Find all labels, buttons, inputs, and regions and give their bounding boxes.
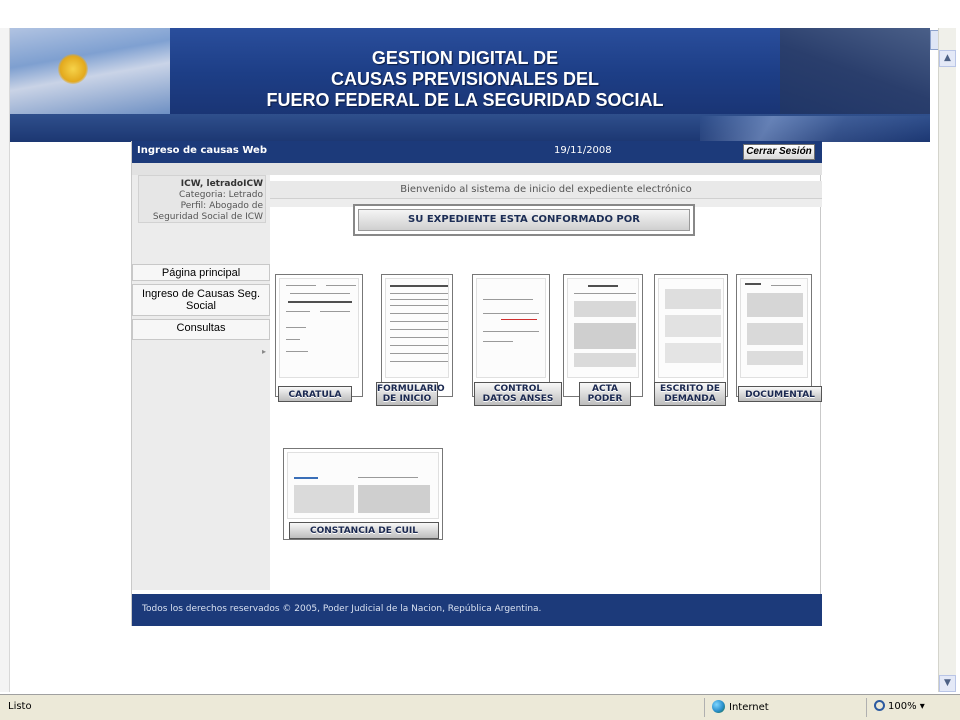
nav-consultas[interactable]: Consultas <box>132 319 270 340</box>
status-text: Listo <box>8 701 32 712</box>
sun-emblem-icon <box>58 54 88 84</box>
expediente-header: SU EXPEDIENTE ESTA CONFORMADO POR <box>353 204 695 236</box>
nav-ingreso-label-2: Social <box>186 300 216 312</box>
doc-label-acta[interactable]: ACTA PODER <box>579 382 631 406</box>
doc-escrito-demanda[interactable] <box>654 274 728 397</box>
current-date: 19/11/2008 <box>554 145 612 156</box>
collapse-arrow-icon[interactable]: ▸ <box>262 347 266 356</box>
doc-control-thumbnail <box>476 278 546 378</box>
app-topbar: Ingreso de causas Web 19/11/2008 Cerrar … <box>132 141 822 163</box>
expediente-title: SU EXPEDIENTE ESTA CONFORMADO POR <box>358 209 690 231</box>
browser-status-bar: Listo Internet 100% ▾ <box>0 694 960 720</box>
user-profile-cont: Seguridad Social de ICW <box>152 212 263 222</box>
doc-constancia-thumbnail <box>287 452 439 519</box>
nav-home[interactable]: Página principal <box>132 264 270 281</box>
site-title-line-3: FUERO FEDERAL DE LA SEGURIDAD SOCIAL <box>266 90 664 110</box>
user-profile: Perfil: Abogado de <box>180 201 263 211</box>
scales-of-justice-image <box>780 28 930 118</box>
doc-formulario-inicio[interactable] <box>381 274 453 397</box>
scroll-up-icon[interactable]: ▲ <box>939 50 956 67</box>
doc-acta-thumbnail <box>567 278 639 378</box>
doc-control-anses[interactable] <box>472 274 550 397</box>
doc-documental[interactable] <box>736 274 812 397</box>
logout-button[interactable]: Cerrar Sesión <box>743 144 815 160</box>
doc-label-documental[interactable]: DOCUMENTAL <box>738 386 822 402</box>
doc-caratula[interactable] <box>275 274 363 397</box>
site-title: GESTION DIGITAL DE CAUSAS PREVISIONALES … <box>190 48 740 111</box>
sidebar: ICW, letradoICW Categoria: Letrado Perfi… <box>132 175 270 590</box>
page-viewport: GESTION DIGITAL DE CAUSAS PREVISIONALES … <box>10 28 930 692</box>
copyright-text: Todos los derechos reservados © 2005, Po… <box>142 604 542 614</box>
browser-left-edge <box>0 28 10 692</box>
doc-documental-thumbnail <box>740 278 808 378</box>
user-name: ICW, letradoICW <box>180 179 263 189</box>
doc-label-control[interactable]: CONTROL DATOS ANSES <box>474 382 562 406</box>
topbar-divider <box>132 163 822 175</box>
doc-label-formulario[interactable]: FORMULARIO DE INICIO <box>376 382 445 406</box>
app-name: Ingreso de causas Web <box>137 145 267 156</box>
flag-image <box>10 28 170 114</box>
scroll-down-icon[interactable]: ▼ <box>939 675 956 692</box>
doc-label-constancia[interactable]: CONSTANCIA DE CUIL <box>289 522 439 539</box>
internet-globe-icon <box>712 700 725 713</box>
zoom-control[interactable]: 100% ▾ <box>874 700 925 712</box>
site-title-line-2: CAUSAS PREVISIONALES DEL <box>330 69 600 89</box>
zoom-magnifier-icon <box>874 700 885 711</box>
nav-ingreso-label-1: Ingreso de Causas Seg. <box>141 288 261 300</box>
doc-caratula-thumbnail <box>279 278 359 378</box>
security-zone: Internet <box>712 700 769 713</box>
vertical-scrollbar[interactable]: ▲ ▼ <box>938 28 956 692</box>
header-banner: GESTION DIGITAL DE CAUSAS PREVISIONALES … <box>10 28 930 142</box>
doc-label-escrito[interactable]: ESCRITO DE DEMANDA <box>654 382 726 406</box>
nav-ingreso-causas[interactable]: Ingreso de Causas Seg. Social <box>132 284 270 316</box>
doc-acta-poder[interactable] <box>563 274 643 397</box>
zoom-dropdown-icon[interactable]: ▾ <box>920 701 925 712</box>
user-info: ICW, letradoICW Categoria: Letrado Perfi… <box>138 175 266 223</box>
browser-top-edge <box>0 0 960 28</box>
app-content: Ingreso de causas Web 19/11/2008 Cerrar … <box>131 141 822 626</box>
user-category: Categoria: Letrado <box>178 190 263 200</box>
page-footer: Todos los derechos reservados © 2005, Po… <box>132 594 822 626</box>
doc-escrito-thumbnail <box>658 278 724 378</box>
doc-label-caratula[interactable]: CARATULA <box>278 386 352 402</box>
doc-formulario-thumbnail <box>385 278 449 378</box>
banner-stripe-highlight <box>700 116 930 142</box>
welcome-message: Bienvenido al sistema de inicio del expe… <box>270 181 822 199</box>
site-title-line-1: GESTION DIGITAL DE <box>371 48 559 68</box>
